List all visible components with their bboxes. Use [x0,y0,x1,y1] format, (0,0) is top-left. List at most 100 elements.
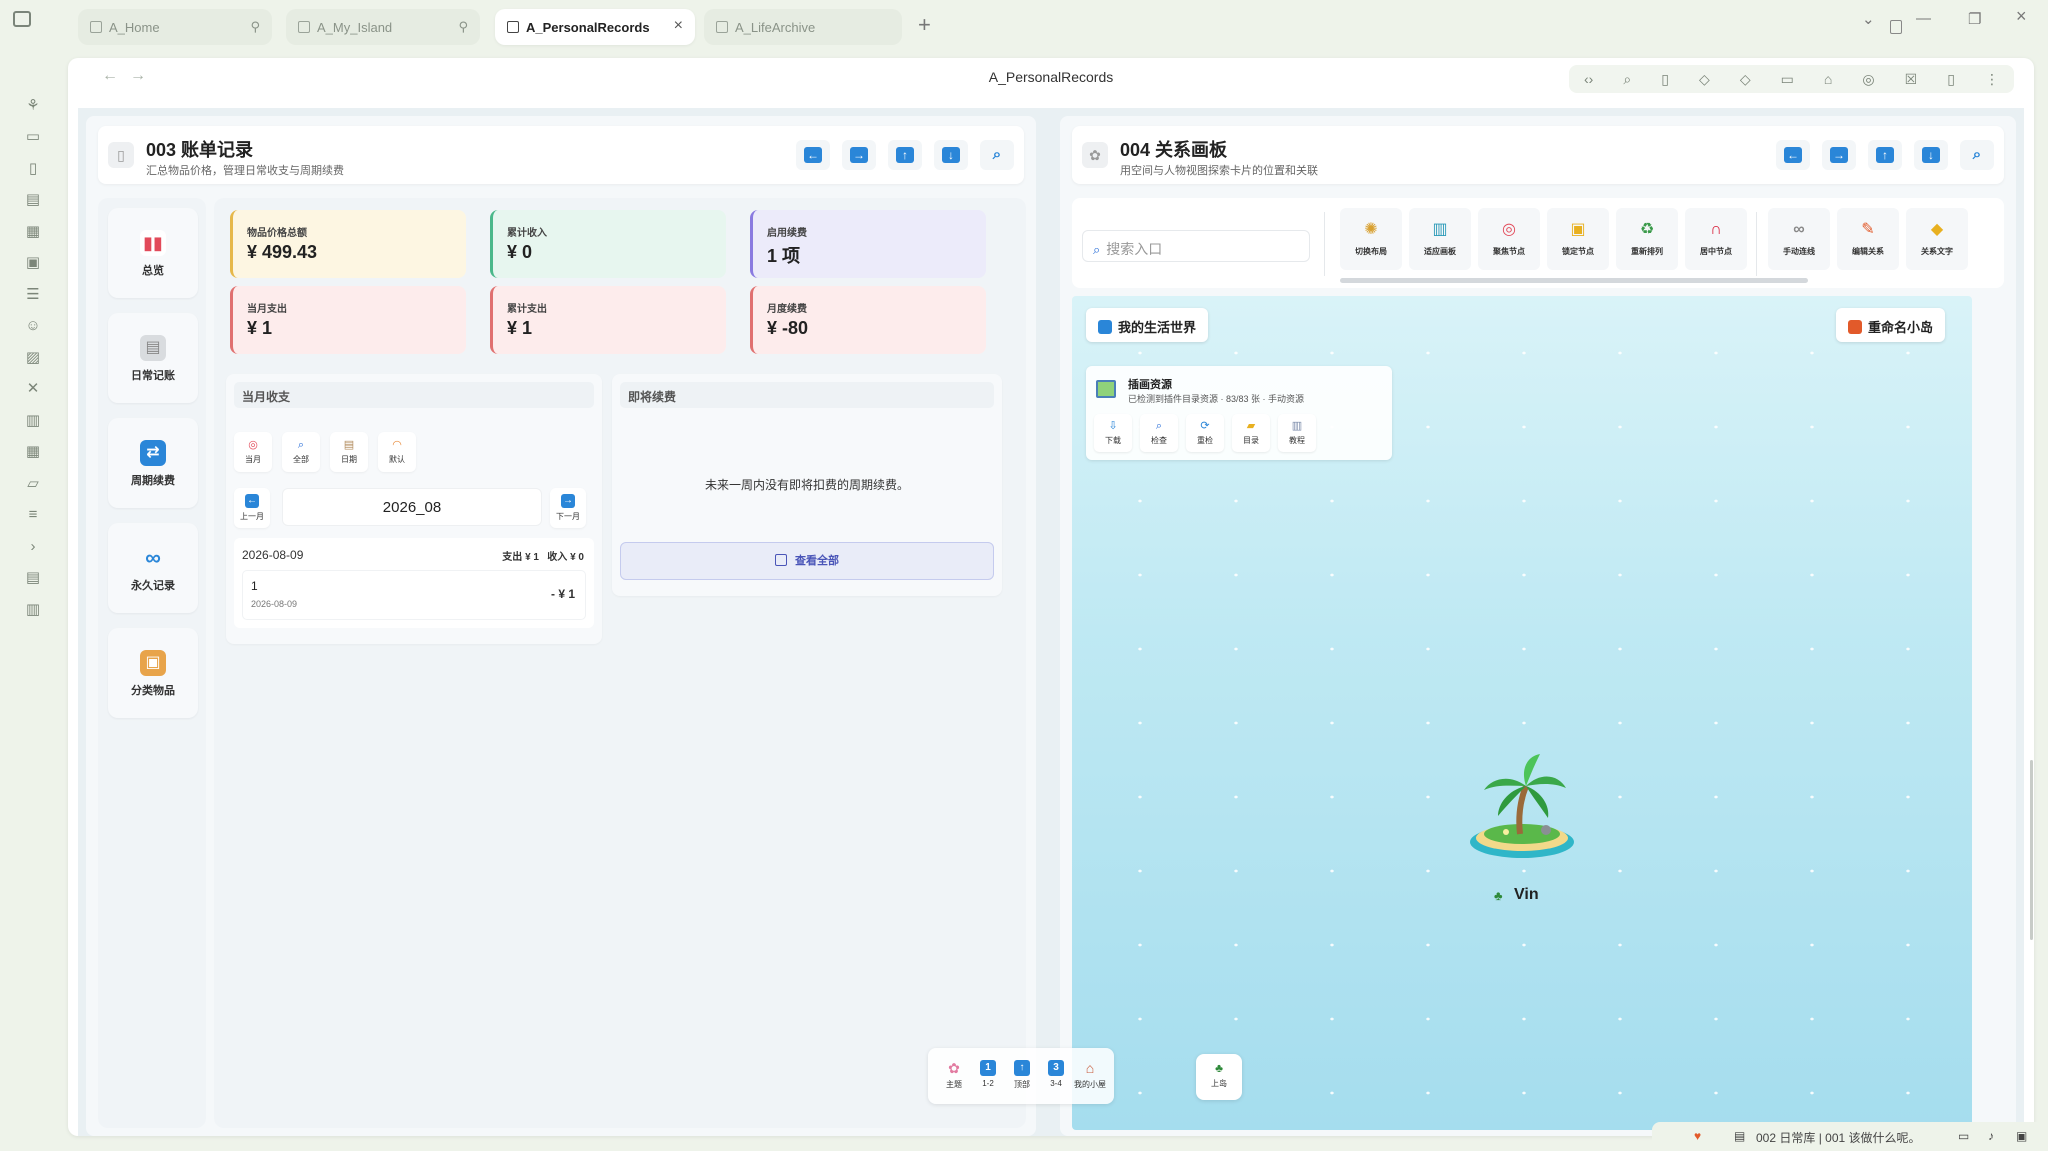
minimize-icon[interactable]: — [1916,10,1931,27]
move-right-button[interactable]: → [842,140,876,170]
new-tab-button[interactable]: + [918,12,931,38]
restore-icon[interactable] [1890,20,1902,34]
table-icon[interactable]: ▤ [25,570,41,586]
tool-lock-node[interactable]: ▣ 锁定节点 [1547,208,1609,270]
move-left-button[interactable]: ← [796,140,830,170]
move-down-button[interactable]: ↓ [934,140,968,170]
page-scrollbar[interactable] [2030,760,2033,940]
tool-edit-relation[interactable]: ✎ 编辑关系 [1837,208,1899,270]
grid-icon [90,21,102,33]
tools-icon[interactable]: ✕ [25,381,41,397]
view-all-button[interactable]: 查看全部 [620,542,994,580]
filter-date-button[interactable]: ▤ 日期 [330,432,368,472]
close-icon[interactable]: × [674,17,683,35]
dock-go-island-button[interactable]: ♣ 上岛 [1196,1054,1242,1100]
maximize-icon[interactable]: ❐ [1968,10,1981,28]
side-nav-items[interactable]: ▣ 分类物品 [108,628,198,718]
dock-my-house-button[interactable]: ⌂ 我的小屋 [1070,1056,1110,1098]
zoom-button[interactable]: ⌕ [980,140,1014,170]
download-icon: ⇩ [1108,420,1118,432]
move-left-button[interactable]: ← [1776,140,1810,170]
image-icon[interactable]: ▨ [25,350,41,366]
layout-icon[interactable]: ▥ [25,602,41,618]
move-down-button[interactable]: ↓ [1914,140,1948,170]
tool-fit-board[interactable]: ▥ 适应画板 [1409,208,1471,270]
book-icon[interactable]: ▯ [25,161,41,177]
filter-this-month-button[interactable]: ◎ 当月 [234,432,272,472]
blocks-icon[interactable]: ▣ [25,255,41,271]
more-icon[interactable]: ⋮ [1985,71,1999,88]
forward-link-icon[interactable]: ◇ [1740,71,1751,88]
archive-icon [716,21,728,33]
assets-recheck-button[interactable]: ⟳ 重检 [1186,414,1224,452]
panel-icon[interactable]: ▣ [2016,1129,2027,1143]
trash-icon[interactable]: ▥ [25,413,41,429]
prev-month-button[interactable]: ← 上一月 [234,488,270,528]
bookmark-icon[interactable]: ▱ [25,476,41,492]
next-month-button[interactable]: → 下一月 [550,488,586,528]
search-icon[interactable]: ⌕ [1623,71,1631,88]
side-nav-permanent[interactable]: ∞ 永久记录 [108,523,198,613]
tab-home[interactable]: A_Home ⚲ [78,9,272,45]
filter-all-button[interactable]: ⌕ 全部 [282,432,320,472]
plugin-status-icon[interactable]: ♥ [1694,1129,1701,1143]
world-chip[interactable]: 我的生活世界 [1086,308,1209,342]
plugin-icon[interactable]: ⚘ [25,98,41,114]
tool-relation-text[interactable]: ◆ 关系文字 [1906,208,1968,270]
tab-life-archive[interactable]: A_LifeArchive [704,9,902,45]
grid-icon[interactable]: ▦ [25,444,41,460]
rename-island-button[interactable]: 重命名小岛 [1836,308,1946,342]
relation-canvas[interactable]: 我的生活世界 重命名小岛 插画资源 已检测到插件目录资源 · 83/83 张 ·… [1072,296,1972,1130]
print-icon[interactable]: ▭ [1958,1129,1969,1143]
notebook-icon: ▤ [140,335,166,361]
side-nav-renewal[interactable]: ⇄ 周期续费 [108,418,198,508]
status-text[interactable]: 002 日常库 | 001 该做什么呢。 [1756,1129,1921,1146]
list-icon[interactable]: ☰ [25,287,41,303]
chevron-down-icon[interactable]: ⌄ [1862,10,1875,28]
assets-check-button[interactable]: ⌕ 检查 [1140,414,1178,452]
side-nav-daily[interactable]: ▤ 日常记账 [108,313,198,403]
menu-icon[interactable]: ≡ [25,507,41,523]
bookmark-icon[interactable]: ▯ [1661,71,1669,88]
pin-icon[interactable]: ⚲ [458,19,468,35]
archive-icon[interactable]: ▤ [25,192,41,208]
tool-rearrange[interactable]: ♻ 重新排列 [1616,208,1678,270]
record-item[interactable]: 1 2026-08-09 - ¥ 1 [242,570,586,620]
filter-label: 全部 [293,455,309,464]
bookmark-outline-icon[interactable]: ▯ [1947,71,1955,88]
toolbar-scrollbar[interactable] [1340,278,1808,283]
window-close-icon[interactable]: × [2016,6,2027,27]
pin-icon[interactable]: ⚲ [250,19,260,35]
assets-tutorial-button[interactable]: ▥ 教程 [1278,414,1316,452]
island-node[interactable] [1462,746,1582,866]
zoom-button[interactable]: ⌕ [1960,140,1994,170]
assets-download-button[interactable]: ⇩ 下载 [1094,414,1132,452]
bell-icon[interactable]: ♪ [1988,1129,1994,1143]
smile-icon[interactable]: ☺ [25,318,41,334]
search-input[interactable]: ⌕ 搜索入口 [1082,230,1310,262]
arrow-right-icon: → [850,147,868,163]
tool-focus-node[interactable]: ◎ 聚焦节点 [1478,208,1540,270]
tool-manual-link[interactable]: ∞ 手动连线 [1768,208,1830,270]
terminal-icon[interactable]: › [25,539,41,555]
lock-icon[interactable]: ⌂ [1824,71,1832,87]
map-icon[interactable]: ▭ [25,129,41,145]
move-up-button[interactable]: ↑ [1868,140,1902,170]
tool-center-node[interactable]: ∩ 居中节点 [1685,208,1747,270]
move-up-button[interactable]: ↑ [888,140,922,170]
filter-default-button[interactable]: ◠ 默认 [378,432,416,472]
month-field[interactable]: 2026_08 [282,488,542,526]
tab-my-island[interactable]: A_My_Island ⚲ [286,9,480,45]
calendar-icon[interactable]: ▦ [25,224,41,240]
monitor-icon[interactable]: ▭ [1781,71,1794,88]
sidebar-toggle-icon[interactable] [13,11,31,27]
tool-switch-layout[interactable]: ✺ 切换布局 [1340,208,1402,270]
code-icon[interactable]: ‹› [1584,71,1593,87]
move-right-button[interactable]: → [1822,140,1856,170]
close-box-icon[interactable]: ☒ [1905,71,1918,88]
side-nav-overview[interactable]: ▮▮ 总览 [108,208,198,298]
tab-personal-records[interactable]: A_PersonalRecords × [495,9,695,45]
camera-icon[interactable]: ◎ [1862,71,1874,88]
assets-folder-button[interactable]: ▰ 目录 [1232,414,1270,452]
back-link-icon[interactable]: ◇ [1699,71,1710,88]
